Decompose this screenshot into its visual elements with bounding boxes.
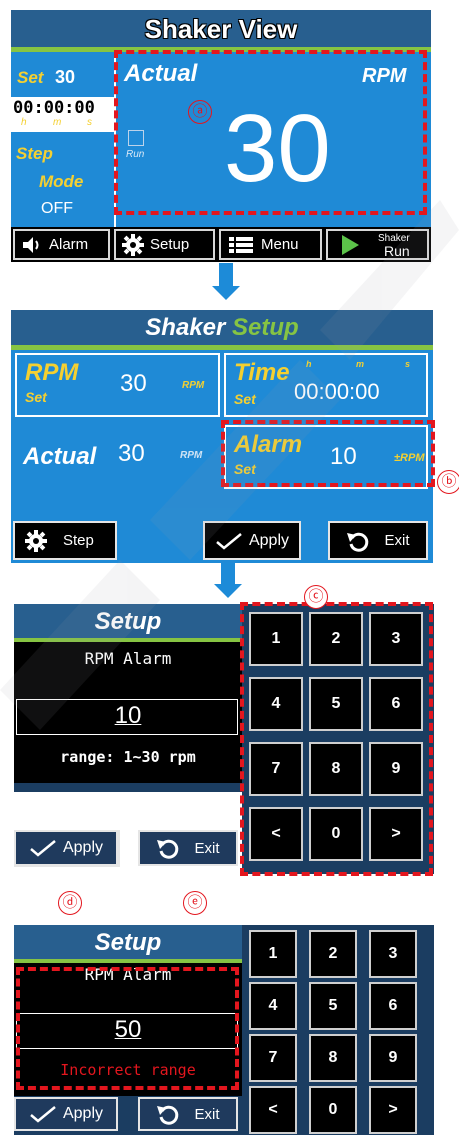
field-label: RPM Alarm <box>84 649 172 668</box>
time-unit-s: s <box>87 117 92 128</box>
apply-button-label: Apply <box>62 839 104 856</box>
screen-title: Setup <box>14 925 242 959</box>
rpm-label: RPM <box>25 359 79 386</box>
actual-unit: RPM <box>180 450 203 461</box>
keypad-key[interactable]: 6 <box>369 982 417 1030</box>
time-value: 00:00:00 <box>13 98 95 118</box>
screen-title: Shaker Setup <box>11 310 433 345</box>
keypad-key[interactable]: > <box>369 1086 417 1134</box>
step-button[interactable]: Step <box>13 521 117 560</box>
keypad-key[interactable]: 5 <box>309 982 357 1030</box>
time-unit-h: h <box>306 359 312 369</box>
screen-title: Shaker View <box>11 10 431 47</box>
step-button-label: Step <box>63 532 94 549</box>
undo-icon <box>346 529 370 553</box>
apply-button[interactable]: Apply <box>14 1097 118 1131</box>
keypad-key[interactable]: 4 <box>249 982 297 1030</box>
flow-arrow-2-head <box>214 584 242 598</box>
alarm-button-label: Alarm <box>49 236 89 253</box>
range-text: range: 1~30 rpm <box>60 748 196 766</box>
marker-a: ⓐ <box>188 100 212 124</box>
highlight-a <box>114 50 427 215</box>
rpm-unit: RPM <box>182 380 205 391</box>
exit-button-label: Exit <box>194 1105 220 1123</box>
apply-button-label: Apply <box>62 1105 104 1122</box>
checkmark-icon <box>215 531 243 551</box>
set-value: 30 <box>55 67 76 87</box>
keypad-key[interactable]: 1 <box>249 930 297 978</box>
menu-list-icon <box>229 236 253 254</box>
highlight-error <box>16 967 239 1090</box>
keypad-key[interactable]: < <box>249 1086 297 1134</box>
keypad-key[interactable]: 7 <box>249 1034 297 1082</box>
highlight-c <box>240 602 433 876</box>
actual-value: 30 <box>118 440 145 467</box>
time-display: 00:00:00 h m s <box>11 97 114 132</box>
status-panel: Set 30 00:00:00 h m s Step Mode OFF <box>11 52 114 227</box>
gear-icon <box>23 529 49 553</box>
time-unit-h: h <box>21 117 27 128</box>
keypad-key[interactable]: 3 <box>369 930 417 978</box>
time-set-value: 00:00:00 <box>294 379 380 404</box>
setup-button[interactable]: Setup <box>114 229 215 260</box>
exit-button-label: Exit <box>194 839 220 857</box>
apply-button[interactable]: Apply <box>14 830 118 866</box>
alarm-value-input[interactable]: 10 <box>16 699 238 735</box>
flow-arrow-1-head <box>212 286 240 300</box>
checkmark-icon <box>29 1104 57 1124</box>
shaker-run-label: Run <box>384 242 410 259</box>
title-part-2: Setup <box>232 314 299 341</box>
panel-gap <box>14 783 242 792</box>
menu-button-label: Menu <box>261 236 299 253</box>
keypad-key[interactable]: 8 <box>309 1034 357 1082</box>
time-unit-m: m <box>356 359 365 369</box>
title-divider <box>11 345 433 350</box>
time-set-box[interactable]: Time Set h m s 00:00:00 <box>224 353 428 417</box>
play-icon <box>340 234 360 256</box>
marker-b: ⓑ <box>437 470 459 494</box>
apply-button[interactable]: Apply <box>203 521 301 560</box>
shaker-run-button[interactable]: Shaker Run <box>326 229 429 260</box>
gear-icon <box>120 233 146 257</box>
rpm-set-label: Set <box>25 389 47 405</box>
marker-e: ⓔ <box>183 891 207 915</box>
time-label: Time <box>234 359 290 386</box>
actual-box: Actual 30 RPM <box>15 425 220 489</box>
checkmark-icon <box>29 838 57 858</box>
speaker-icon <box>21 235 43 255</box>
title-part-1: Shaker <box>145 314 226 341</box>
set-label: Set <box>17 68 44 87</box>
exit-button[interactable]: Exit <box>328 521 428 560</box>
flow-arrow-2 <box>221 563 235 585</box>
mode-value: OFF <box>41 200 73 217</box>
keypad-key[interactable]: 9 <box>369 1034 417 1082</box>
actual-label: Actual <box>23 443 97 470</box>
time-set-label: Set <box>234 391 256 407</box>
menu-button[interactable]: Menu <box>219 229 322 260</box>
mode-label: Mode <box>39 172 84 191</box>
apply-button-label: Apply <box>248 531 290 549</box>
exit-button[interactable]: Exit <box>138 830 238 866</box>
highlight-b <box>221 420 435 487</box>
marker-d: ⓓ <box>58 891 82 915</box>
step-label: Step <box>16 144 53 163</box>
flow-arrow-1 <box>219 263 233 287</box>
screen-title: Setup <box>14 604 242 638</box>
exit-button[interactable]: Exit <box>138 1097 238 1131</box>
bottom-button-bar: Alarm Setup Menu Shaker Run <box>11 227 431 262</box>
time-unit-s: s <box>405 359 411 369</box>
undo-icon <box>156 1102 180 1126</box>
rpm-set-box[interactable]: RPM Set 30 RPM <box>15 353 220 417</box>
alarm-button[interactable]: Alarm <box>13 229 110 260</box>
exit-button-label: Exit <box>384 532 410 549</box>
keypad-key[interactable]: 0 <box>309 1086 357 1134</box>
keypad-key[interactable]: 2 <box>309 930 357 978</box>
time-unit-m: m <box>53 117 62 128</box>
rpm-set-value: 30 <box>120 370 147 397</box>
marker-c: ⓒ <box>304 585 328 609</box>
range-row: range: 1~30 rpm <box>14 735 242 783</box>
input-value: 10 <box>114 702 142 729</box>
setup-button-label: Setup <box>150 236 190 253</box>
undo-icon <box>156 836 180 860</box>
